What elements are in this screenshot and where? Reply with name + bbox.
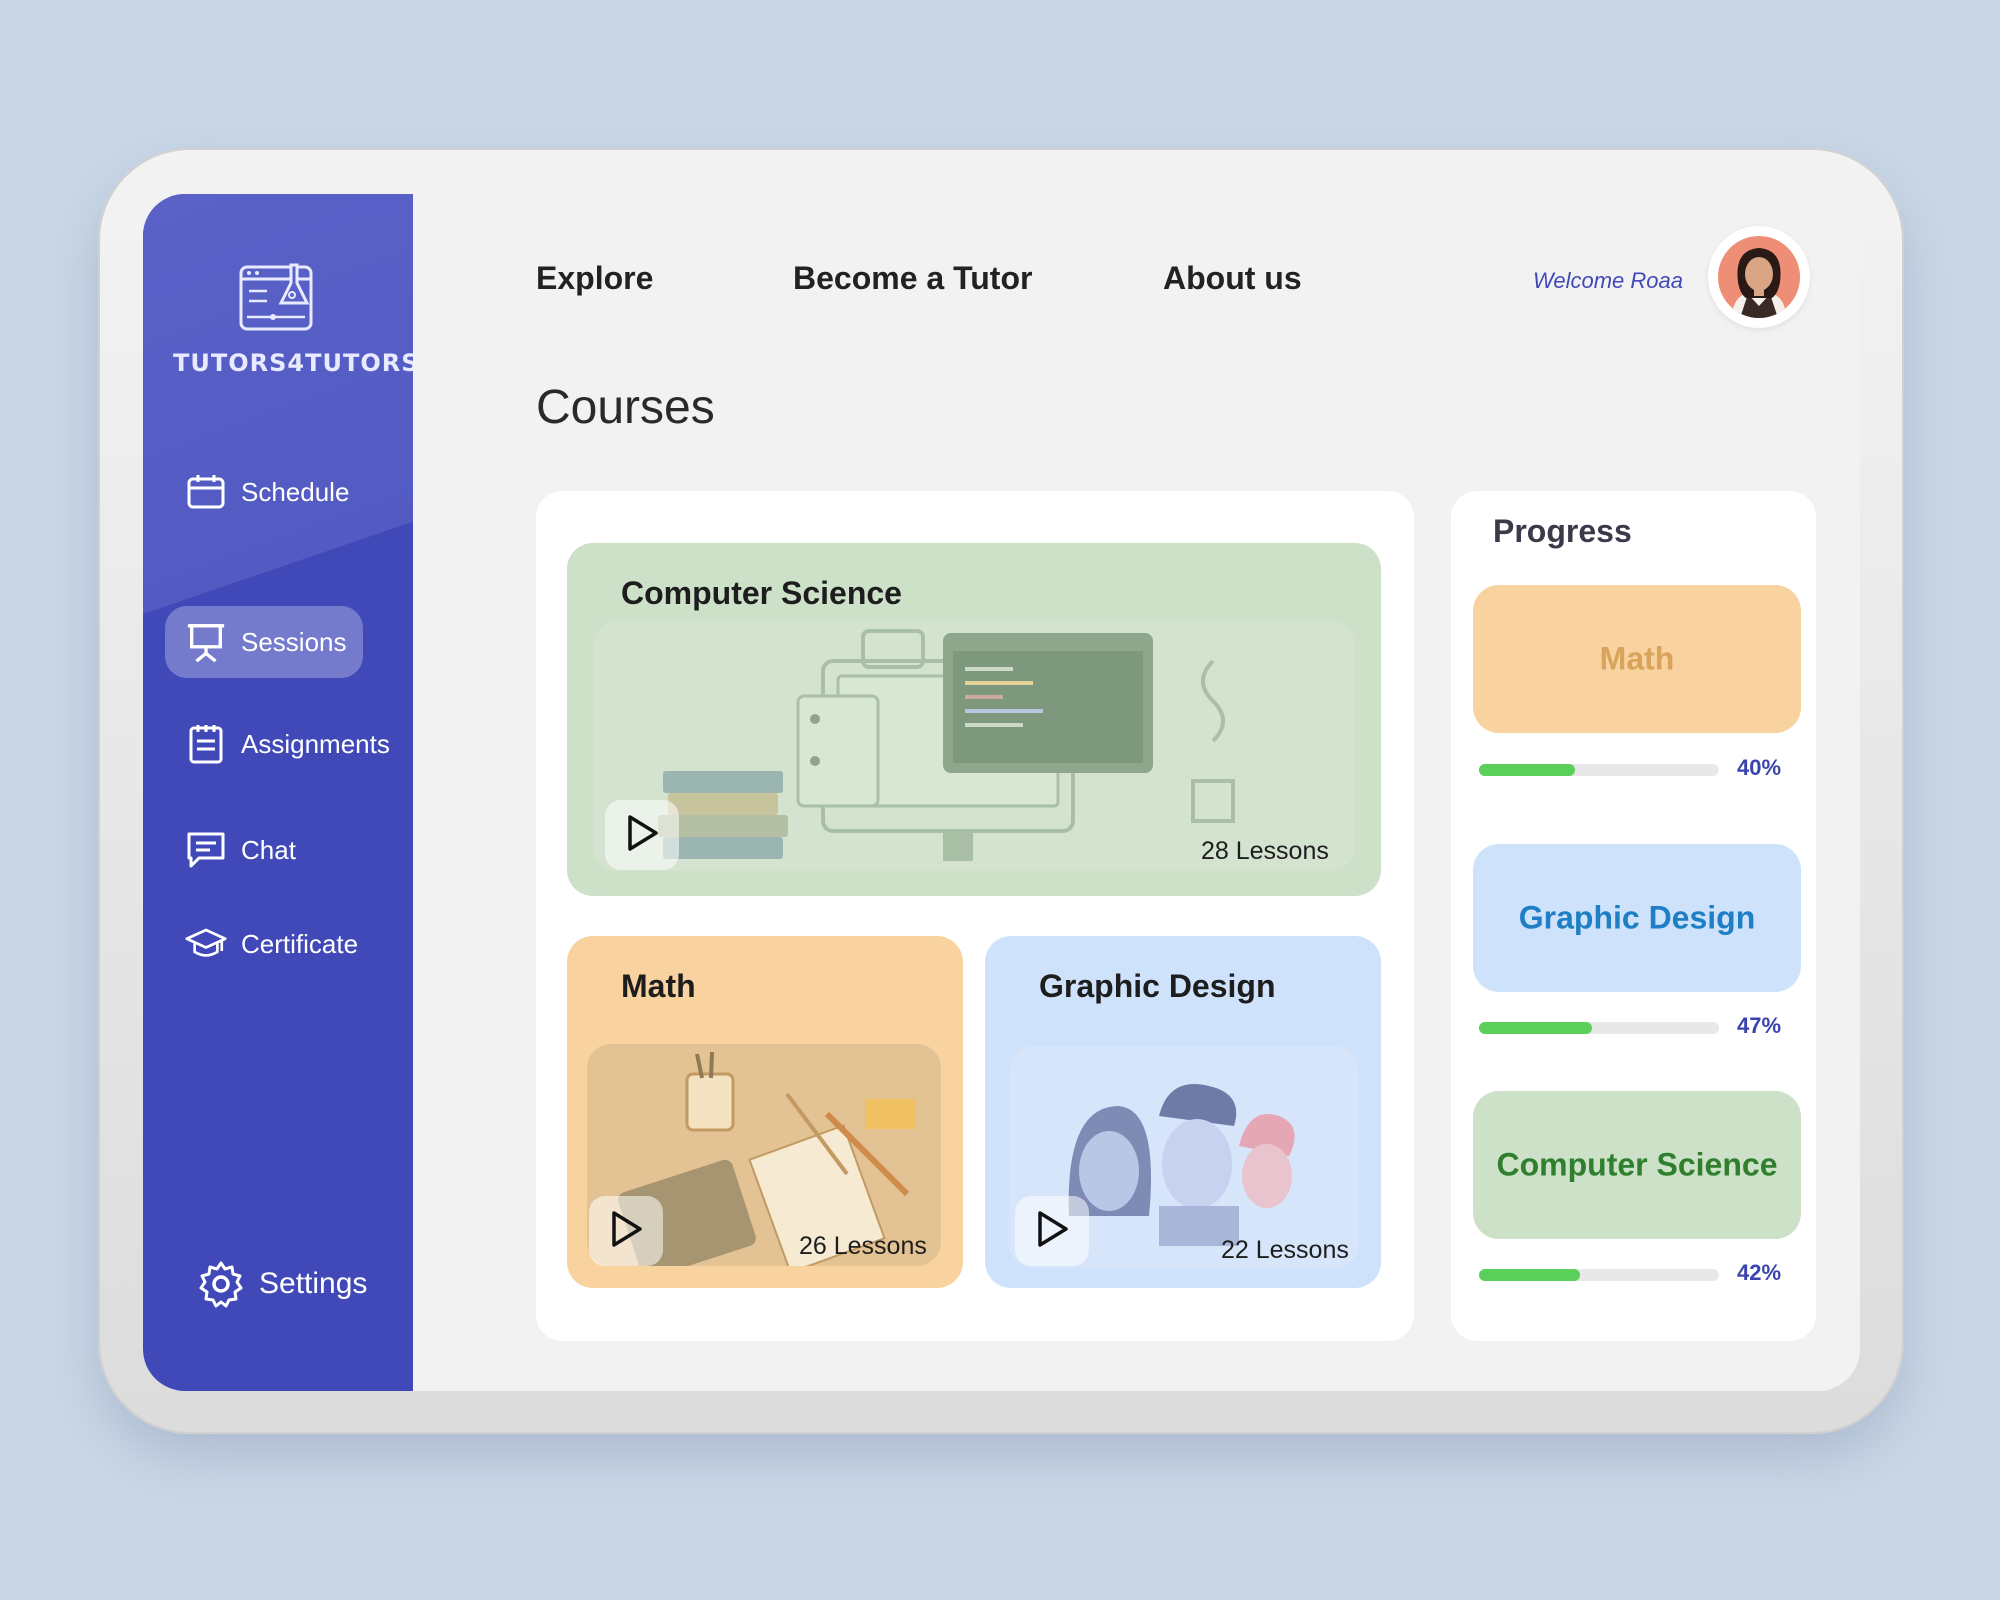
progress-percent: 42% xyxy=(1737,1260,1782,1285)
sidebar-item-certificate[interactable]: Certificate xyxy=(165,908,376,980)
course-card-math[interactable]: Math 26 Lessons xyxy=(567,936,963,1288)
play-icon xyxy=(608,1209,644,1254)
settings-button[interactable]: Settings xyxy=(177,1248,385,1320)
progress-bar-fill xyxy=(1479,1269,1580,1281)
play-icon xyxy=(1034,1209,1070,1254)
sidebar: TUTORS4TUTORS Schedule Sessions Assignme… xyxy=(143,194,413,1391)
progress-percent: 40% xyxy=(1737,755,1782,780)
sidebar-item-assignments[interactable]: Assignments xyxy=(165,708,408,780)
play-icon xyxy=(624,813,660,858)
brand-logo[interactable]: TUTORS4TUTORS xyxy=(173,259,413,377)
progress-bar-computer-science xyxy=(1479,1269,1719,1281)
gear-icon xyxy=(197,1260,245,1308)
sidebar-item-label: Chat xyxy=(241,834,296,865)
avatar-portrait xyxy=(1718,236,1800,318)
sidebar-item-label: Sessions xyxy=(241,626,347,657)
lesson-count: 26 Lessons xyxy=(799,1232,927,1260)
lesson-count: 28 Lessons xyxy=(1201,837,1329,865)
app-screen: TUTORS4TUTORS Schedule Sessions Assignme… xyxy=(143,194,1860,1391)
progress-panel: Progress Math 40% Graphic Design 47% Com… xyxy=(1451,491,1816,1341)
sidebar-item-sessions[interactable]: Sessions xyxy=(165,606,363,678)
lab-flask-logo-icon xyxy=(239,263,313,331)
course-title: Computer Science xyxy=(621,575,902,611)
sidebar-item-label: Certificate xyxy=(241,928,359,959)
settings-label: Settings xyxy=(259,1267,368,1300)
page-title: Courses xyxy=(536,381,715,434)
presentation-board-icon xyxy=(185,621,227,663)
computer-science-illustration xyxy=(593,621,1355,871)
progress-card-graphic-design[interactable]: Graphic Design xyxy=(1473,844,1801,992)
sidebar-item-schedule[interactable]: Schedule xyxy=(165,456,367,528)
sidebar-item-chat[interactable]: Chat xyxy=(165,814,314,886)
sidebar-item-label: Schedule xyxy=(241,476,350,507)
play-button[interactable] xyxy=(589,1196,663,1266)
progress-card-computer-science[interactable]: Computer Science xyxy=(1473,1091,1801,1239)
progress-title: Progress xyxy=(1493,513,1632,549)
progress-bar-math xyxy=(1479,764,1719,776)
nav-about-us[interactable]: About us xyxy=(1163,260,1302,297)
avatar[interactable] xyxy=(1708,226,1810,328)
progress-bar-graphic-design xyxy=(1479,1022,1719,1034)
graduation-cap-icon xyxy=(185,923,227,965)
play-button[interactable] xyxy=(605,800,679,870)
nav-explore[interactable]: Explore xyxy=(536,260,653,297)
course-card-graphic-design[interactable]: Graphic Design 22 Lessons xyxy=(985,936,1381,1288)
welcome-text: Welcome Roaa xyxy=(1533,268,1683,293)
brand-name: TUTORS4TUTORS xyxy=(173,349,413,377)
progress-card-label: Computer Science xyxy=(1496,1146,1778,1183)
calendar-icon xyxy=(185,471,227,513)
course-card-computer-science[interactable]: Computer Science 28 Lessons xyxy=(567,543,1381,896)
lesson-count: 22 Lessons xyxy=(1221,1236,1349,1264)
courses-panel: Computer Science 28 Lessons Math 26 Less… xyxy=(536,491,1414,1341)
progress-bar-fill xyxy=(1479,764,1575,776)
progress-card-label: Graphic Design xyxy=(1518,899,1756,936)
sidebar-item-label: Assignments xyxy=(241,728,390,759)
nav-become-tutor[interactable]: Become a Tutor xyxy=(793,260,1032,297)
clipboard-list-icon xyxy=(185,723,227,765)
chat-icon xyxy=(185,829,227,871)
course-title: Graphic Design xyxy=(1039,968,1276,1004)
progress-percent: 47% xyxy=(1737,1013,1782,1038)
progress-card-math[interactable]: Math xyxy=(1473,585,1801,733)
progress-card-label: Math xyxy=(1599,640,1675,677)
play-button[interactable] xyxy=(1015,1196,1089,1266)
progress-bar-fill xyxy=(1479,1022,1592,1034)
course-title: Math xyxy=(621,968,696,1004)
